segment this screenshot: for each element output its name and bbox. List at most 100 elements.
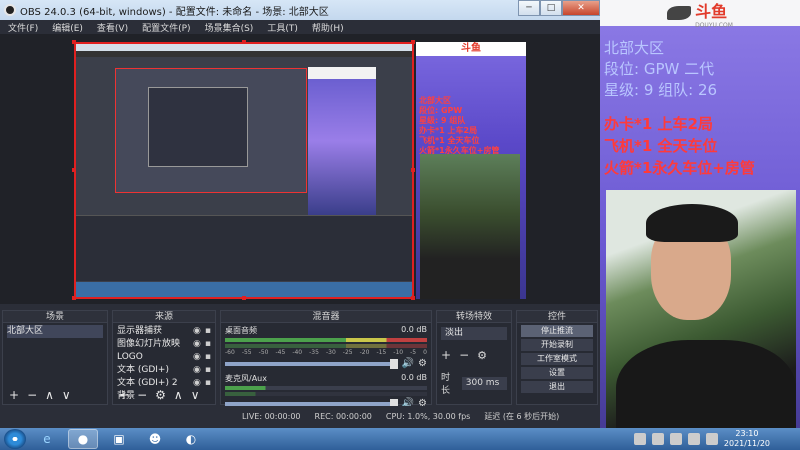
source-settings-gear-icon[interactable]: ⚙ [155,388,166,402]
tray-icon[interactable] [651,433,664,445]
obs-app-icon [4,4,16,16]
move-down-icon[interactable]: ∨ [191,388,200,402]
speaker-icon[interactable]: 🔊 [402,358,414,369]
channel-name: 麦克风/Aux [225,374,267,383]
poster-line: 段位: GPW [419,106,463,115]
transition-settings-gear-icon[interactable]: ⚙ [477,349,487,362]
tray-icon[interactable] [705,433,718,445]
poster-line: 北部大区 [419,96,451,105]
remove-transition-icon[interactable]: − [459,348,469,362]
move-down-icon[interactable]: ∨ [62,388,71,402]
selection-box[interactable] [74,42,414,299]
resize-handle-r[interactable] [411,168,415,172]
resize-handle-l[interactable] [72,168,76,172]
menu-edit[interactable]: 编辑(E) [52,21,83,34]
channel-db: 0.0 dB [401,373,427,382]
logo-text: 斗鱼 [695,1,728,21]
cpu-status: CPU: 1.0%, 30.00 fps [385,411,471,421]
offer-line: 办卡*1 上车2局 [604,115,713,133]
preview-area[interactable]: 斗鱼 北部大区 段位: GPW 星级: 9 组队 办卡*1 上车2局 飞机*1 … [0,34,600,304]
douyu-logo: 斗鱼 DOUYU.COM [600,0,800,29]
visibility-eye-icon[interactable]: ◉ [193,325,201,338]
stop-streaming-button[interactable]: 停止推流 [521,325,593,337]
volume-slider[interactable] [225,398,398,409]
browser-icon[interactable]: ◐ [176,429,206,449]
remove-scene-icon[interactable]: − [27,388,37,402]
duration-input[interactable]: 300 ms [461,376,507,390]
info-line: 星级: 9 组队: 26 [604,81,718,99]
source-item[interactable]: LOGO ◉ ▪ [117,351,211,364]
poster-line: 星级: 9 组队 [419,116,466,125]
app-window-icon[interactable]: ▣ [104,429,134,449]
scenes-dock: 场景 北部大区 + − ∧ ∨ [2,310,108,405]
tray-icon[interactable] [687,433,700,445]
lock-icon[interactable]: ▪ [205,325,211,338]
menu-scene-collection[interactable]: 场景集合(S) [205,21,254,34]
source-item[interactable]: 图像幻灯片放映 ◉ ▪ [117,338,211,351]
remove-source-icon[interactable]: − [137,388,147,402]
tray-icon[interactable] [669,433,682,445]
resize-handle-bl[interactable] [72,296,76,300]
resize-handle-t[interactable] [242,40,246,44]
move-up-icon[interactable]: ∧ [45,388,54,402]
tray-icon[interactable] [633,433,646,445]
streamer-photo [606,190,796,450]
menu-profile[interactable]: 配置文件(P) [142,21,190,34]
transition-select[interactable]: 淡出 [441,327,507,340]
close-button[interactable]: ✕ [562,0,600,16]
visibility-eye-icon[interactable]: ◉ [193,351,201,364]
photo-hair [646,204,738,242]
poster-source[interactable]: 斗鱼 北部大区 段位: GPW 星级: 9 组队 办卡*1 上车2局 飞机*1 … [416,42,526,299]
menu-view[interactable]: 查看(V) [97,21,128,34]
source-item[interactable]: 显示器捕获 ◉ ▪ [117,325,211,338]
exit-button[interactable]: 退出 [521,381,593,393]
add-transition-icon[interactable]: + [441,348,451,362]
status-bar: LIVE: 00:00:00 REC: 00:00:00 CPU: 1.0%, … [0,406,600,426]
add-source-icon[interactable]: + [119,388,129,402]
add-scene-icon[interactable]: + [9,388,19,402]
volume-slider[interactable] [225,358,398,369]
live-timer: LIVE: 00:00:00 [242,411,301,421]
panda-app-icon[interactable]: ☻ [140,429,170,449]
clock-date: 2021/11/20 [723,439,770,448]
move-up-icon[interactable]: ∧ [174,388,183,402]
lock-icon[interactable]: ▪ [205,364,211,377]
scene-item[interactable]: 北部大区 [7,325,103,338]
resize-handle-tr[interactable] [411,40,415,44]
sources-dock: 来源 显示器捕获 ◉ ▪ 图像幻灯片放映 ◉ ▪ LOGO ◉ ▪ 文本 (GDI+) ◉ ▪ … [112,310,216,405]
info-line: 北部大区 [604,39,665,57]
transitions-dock: 转场特效 淡出 + − ⚙ 时长 300 ms [436,310,512,405]
start-recording-button[interactable]: 开始录制 [521,339,593,351]
start-button[interactable] [4,429,26,449]
resize-handle-tl[interactable] [72,40,76,44]
menu-tools[interactable]: 工具(T) [267,21,298,34]
settings-button[interactable]: 设置 [521,367,593,379]
volume-slider-knob[interactable] [389,358,398,369]
minimize-button[interactable]: ─ [518,0,540,16]
studio-mode-button[interactable]: 工作室模式 [521,353,593,365]
volume-meter [225,344,427,348]
resize-handle-b[interactable] [242,296,246,300]
gear-icon[interactable]: ⚙ [418,358,427,369]
lock-icon[interactable]: ▪ [205,351,211,364]
obs-taskbar-icon[interactable]: ● [68,429,98,449]
ie-browser-icon[interactable]: e [32,429,62,449]
resize-handle-br[interactable] [411,296,415,300]
lock-icon[interactable]: ▪ [205,377,211,390]
menu-help[interactable]: 帮助(H) [312,21,344,34]
menu-file[interactable]: 文件(F) [8,21,38,34]
volume-meter [225,392,427,396]
lock-icon[interactable]: ▪ [205,338,211,351]
mixer-title: 混音器 [221,311,431,323]
duration-label: 时长 [441,373,451,396]
maximize-button[interactable]: □ [540,0,562,16]
channel-name: 桌面音频 [225,326,257,335]
rec-timer: REC: 00:00:00 [314,411,372,421]
system-tray: 23:10 2021/11/20 [633,429,800,449]
offer-line: 飞机*1 全天车位 [604,137,718,155]
source-item[interactable]: 文本 (GDI+) ◉ ▪ [117,364,211,377]
clock[interactable]: 23:10 2021/11/20 [724,429,770,449]
visibility-eye-icon[interactable]: ◉ [193,338,201,351]
visibility-eye-icon[interactable]: ◉ [193,364,201,377]
meter-scale: -60 -55 -50 -45 -40 -35 -30 -25 -20 -15 -10 -5 0 [225,349,427,356]
